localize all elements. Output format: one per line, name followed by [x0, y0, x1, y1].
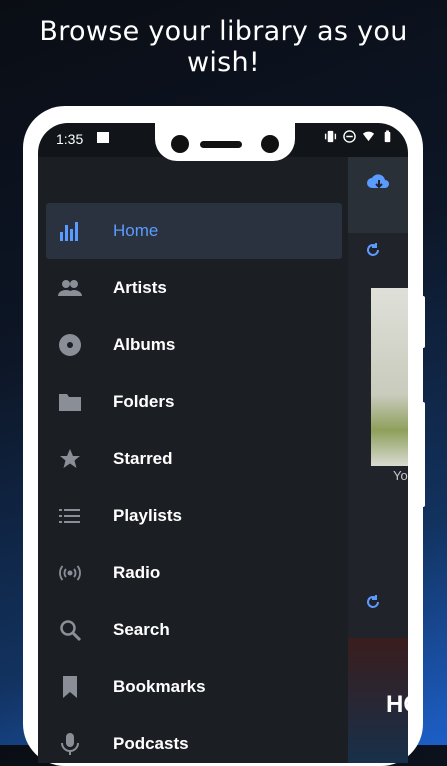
menu-item-home[interactable]: Home [46, 203, 342, 259]
menu-item-playlists[interactable]: Playlists [46, 488, 342, 544]
do-not-disturb-icon [343, 130, 356, 143]
menu-item-albums[interactable]: Albums [46, 317, 342, 373]
album-cover[interactable] [371, 288, 408, 466]
menu-label: Playlists [113, 506, 182, 525]
menu-label: Bookmarks [113, 677, 206, 696]
radio-waves-icon [59, 565, 81, 581]
image-notification-icon [97, 132, 109, 143]
menu-label: Search [113, 620, 170, 639]
disc-icon [59, 334, 81, 356]
star-icon [60, 449, 80, 468]
menu-label: Folders [113, 392, 175, 411]
search-icon [60, 620, 82, 642]
bar-chart-icon [60, 222, 78, 241]
folder-icon [59, 394, 81, 411]
refresh-icon[interactable] [364, 241, 382, 259]
menu-item-radio[interactable]: Radio [46, 545, 342, 601]
refresh-icon[interactable] [364, 593, 382, 611]
wifi-icon [362, 131, 375, 142]
album-title-fragment: Yo [393, 468, 408, 483]
menu-label: Radio [113, 563, 161, 582]
cloud-download-icon[interactable] [366, 171, 392, 193]
menu-label: Artists [113, 278, 167, 297]
menu-label: Home [113, 221, 159, 240]
battery-icon [384, 130, 391, 143]
status-time: 1:35 [56, 131, 84, 147]
menu-item-starred[interactable]: Starred [46, 431, 342, 487]
menu-item-artists[interactable]: Artists [46, 260, 342, 316]
navigation-drawer: Home Artists Albums Folders Starred Play… [38, 157, 348, 763]
speaker-grille [200, 141, 242, 148]
phone-frame: Yo HO Home Artists [23, 106, 423, 766]
menu-item-podcasts[interactable]: Podcasts [46, 716, 342, 763]
album-cover-title: HO [386, 691, 408, 718]
phone-notch [155, 123, 295, 161]
menu-label: Starred [113, 449, 173, 468]
camera-dot [171, 135, 189, 153]
background-toolbar [348, 157, 408, 233]
menu-item-bookmarks[interactable]: Bookmarks [46, 659, 342, 715]
menu-label: Podcasts [113, 734, 189, 753]
camera-dot [261, 135, 279, 153]
list-icon [59, 509, 80, 523]
promo-headline: Browse your library as you wish! [39, 16, 408, 78]
vibrate-icon [324, 130, 337, 143]
mic-icon [61, 733, 79, 755]
menu-label: Albums [113, 335, 176, 354]
menu-item-search[interactable]: Search [46, 602, 342, 658]
people-icon [58, 280, 82, 296]
bookmark-icon [63, 676, 77, 698]
phone-screen: Yo HO Home Artists [38, 123, 408, 763]
status-icons [324, 130, 394, 143]
menu-item-folders[interactable]: Folders [46, 374, 342, 430]
